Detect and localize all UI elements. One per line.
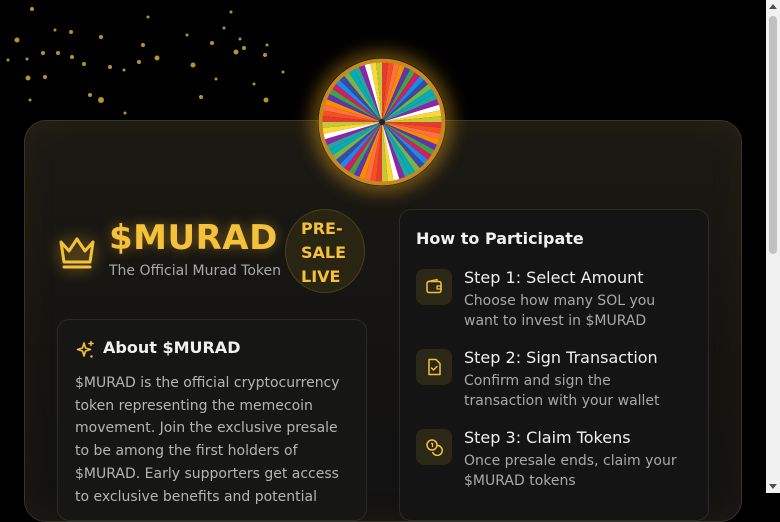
scroll-up-icon[interactable] [769,4,777,9]
step-2-title: Step 2: Sign Transaction [464,348,658,367]
scroll-down-icon[interactable] [769,484,777,489]
step-2-desc: Confirm and sign the transaction with yo… [464,373,660,409]
step-3: Step 3: Claim Tokens Once presale ends, … [416,428,701,499]
about-title: About $MURAD [103,338,241,357]
page-scrollbar[interactable] [766,0,780,493]
step-3-desc: Once presale ends, claim your $MURAD tok… [464,453,677,489]
step-2: Step 2: Sign Transaction Confirm and sig… [416,348,701,419]
badge-line-2: SALE [301,243,347,262]
about-text: $MURAD is the official cryptocurrency to… [75,375,340,505]
wheel-graphic [318,58,446,186]
file-check-icon [416,349,452,385]
scrollbar-thumb[interactable] [769,16,777,254]
participate-card: How to Participate Step 1: Select Amount… [399,209,709,521]
step-1-desc: Choose how many SOL you want to invest i… [464,293,656,329]
wallet-icon [416,269,452,305]
sparkles-icon [75,340,95,360]
crown-icon [56,230,98,272]
wheel-hub [379,119,385,125]
token-subtitle: The Official Murad Token [109,263,282,279]
about-card: About $MURAD $MURAD is the official cryp… [57,319,367,521]
token-title: $MURAD [109,218,278,258]
participate-title: How to Participate [416,229,584,248]
coins-icon [416,429,452,465]
badge-line-1: PRE- [301,219,343,238]
presale-live-badge: PRE- SALE LIVE [285,209,365,293]
step-1: Step 1: Select Amount Choose how many SO… [416,268,701,339]
badge-line-3: LIVE [301,267,341,286]
step-1-title: Step 1: Select Amount [464,268,644,287]
step-3-title: Step 3: Claim Tokens [464,428,631,447]
prize-wheel[interactable] [318,58,446,186]
